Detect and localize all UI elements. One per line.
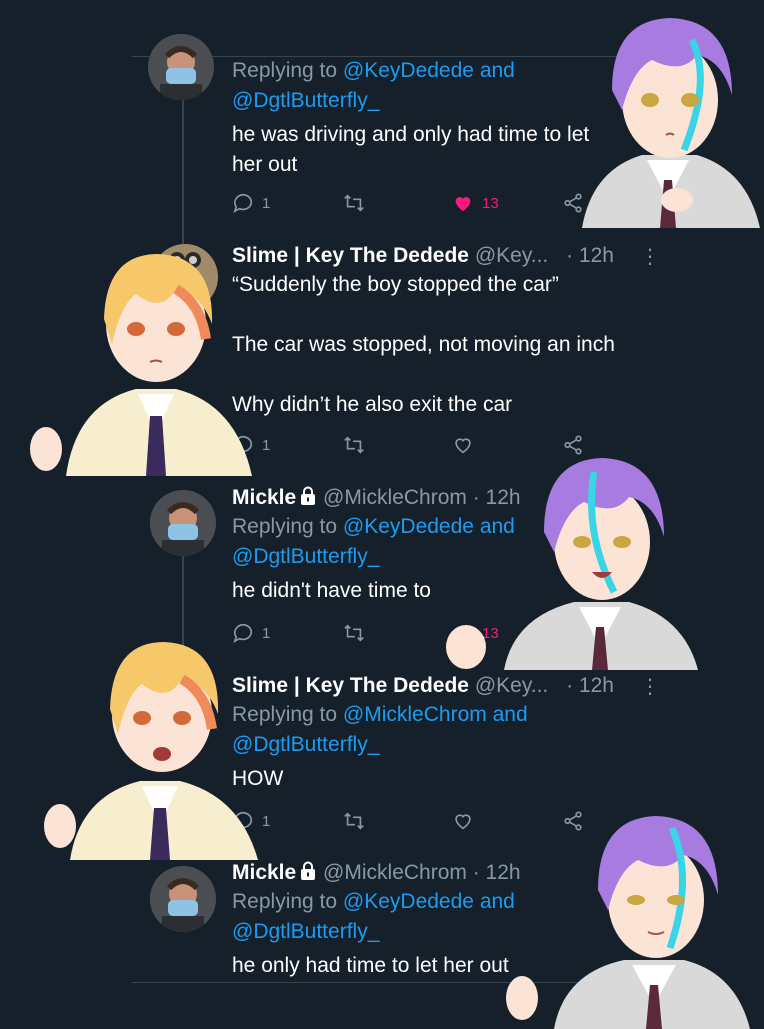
retweet-icon <box>344 812 364 830</box>
timestamp[interactable]: · 12h <box>566 244 614 267</box>
retweet-icon <box>344 194 364 212</box>
tweet-header: Slime | Key The Dedede @Key... · 12h <box>232 242 672 270</box>
replying-to: Replying to @MickleChrom and @DgtlButter… <box>232 703 528 756</box>
avatar-mickle[interactable] <box>150 866 216 932</box>
thread-line <box>182 98 184 248</box>
mention-link[interactable]: @KeyDedede <box>343 59 474 82</box>
display-name[interactable]: Mickle <box>232 861 296 884</box>
reply-icon <box>233 193 253 214</box>
avatar-mickle[interactable] <box>148 34 214 100</box>
anime-character-purple-hair <box>444 452 700 670</box>
anime-character-blonde <box>26 244 260 476</box>
tweet-text: “Suddenly the boy stopped the car” The c… <box>232 273 615 416</box>
mention-link[interactable]: @MickleChrom <box>343 703 487 726</box>
timestamp[interactable]: · 12h <box>566 674 614 697</box>
anime-character-purple-hair <box>572 0 764 228</box>
handle[interactable]: @MickleChrom <box>323 861 467 884</box>
mention-link[interactable]: @DgtlButterfly_ <box>232 920 379 943</box>
like-icon <box>455 814 471 830</box>
tweet-2[interactable]: Slime | Key The Dedede @Key... · 12h “Su… <box>232 242 672 420</box>
retweet-icon <box>344 436 364 454</box>
reply-button[interactable]: 1 <box>232 192 270 214</box>
mention-link[interactable]: @KeyDedede <box>343 890 474 913</box>
like-icon <box>455 197 471 212</box>
retweet-button[interactable] <box>342 434 366 456</box>
anime-character-blonde <box>40 636 266 860</box>
handle[interactable]: @Key... <box>475 674 548 697</box>
display-name[interactable]: Slime | Key The Dedede <box>232 674 469 697</box>
handle[interactable]: @Key... <box>475 244 548 267</box>
mention-link[interactable]: @DgtlButterfly_ <box>232 89 379 112</box>
like-button[interactable]: 13 <box>452 192 499 214</box>
display-name[interactable]: Mickle <box>232 486 296 509</box>
more-icon[interactable]: ⋮ <box>640 244 660 269</box>
retweet-button[interactable] <box>342 192 366 214</box>
retweet-button[interactable] <box>342 622 366 644</box>
avatar-mickle[interactable] <box>150 490 216 556</box>
lock-icon <box>301 486 316 505</box>
tweet-header: Slime | Key The Dedede @Key... · 12h <box>232 672 672 700</box>
lock-icon <box>301 861 316 880</box>
like-button[interactable] <box>452 810 474 832</box>
more-icon[interactable]: ⋮ <box>640 674 660 699</box>
mention-link[interactable]: @DgtlButterfly_ <box>232 545 379 568</box>
retweet-icon <box>344 624 364 642</box>
tweet-4[interactable]: Slime | Key The Dedede @Key... · 12h Rep… <box>232 672 672 794</box>
anime-character-purple-hair <box>504 808 752 1029</box>
tweet-actions: 1 13 <box>232 192 612 216</box>
retweet-button[interactable] <box>342 810 366 832</box>
tweet-text: HOW <box>232 767 284 790</box>
display-name[interactable]: Slime | Key The Dedede <box>232 244 469 267</box>
